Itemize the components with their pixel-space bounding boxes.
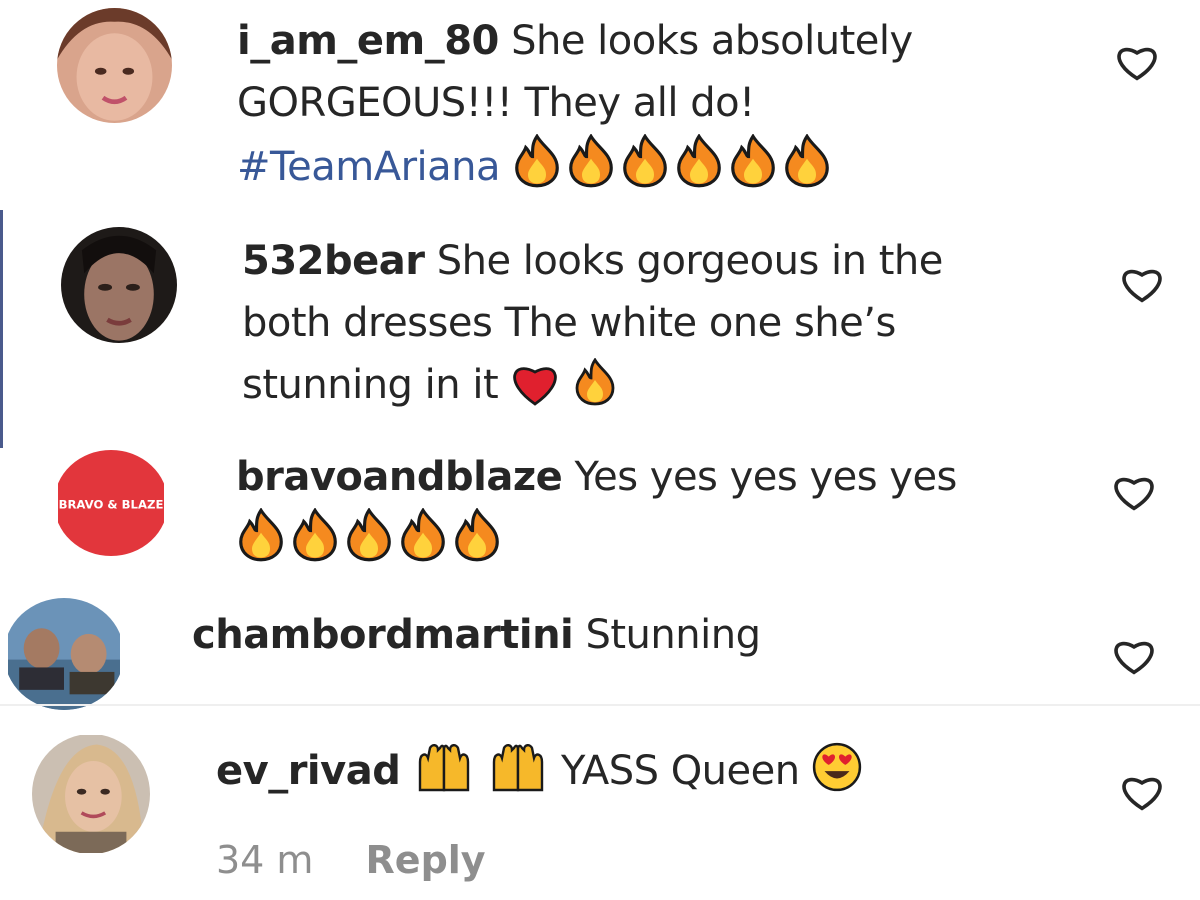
comment-item: i_am_em_80 She looks absolutely GORGEOUS… — [0, 0, 1200, 210]
fire-emoji — [290, 508, 340, 562]
comment-body: 532bear She looks gorgeous in the both d… — [242, 230, 1082, 416]
comments-list: i_am_em_80 She looks absolutely GORGEOUS… — [0, 0, 1200, 900]
like-button[interactable] — [1112, 472, 1156, 512]
comment-text: stunning in it — [242, 362, 499, 408]
comment-text: both dresses The white one she’s — [242, 300, 896, 346]
heart-outline-icon — [1114, 477, 1154, 511]
comment-body: ev_rivad YASS Queen — [216, 740, 1056, 802]
comment-item: 532bear She looks gorgeous in the both d… — [0, 210, 1200, 450]
emoji-row — [236, 508, 506, 564]
avatar[interactable] — [57, 8, 172, 123]
heart-outline-icon — [1117, 47, 1157, 81]
raising-hands-emoji — [487, 744, 549, 792]
like-button[interactable] — [1115, 42, 1159, 82]
heart-outline-icon — [1122, 777, 1162, 811]
comment-text: GORGEOUS!!! They all do! — [237, 80, 755, 126]
avatar-logo-text: BRAVO & BLAZE — [59, 497, 164, 511]
like-button[interactable] — [1112, 636, 1156, 676]
fire-emoji — [398, 508, 448, 562]
avatar[interactable]: BRAVO & BLAZE — [54, 450, 168, 556]
fire-emoji — [573, 358, 617, 406]
fire-emoji — [512, 134, 562, 188]
reply-button[interactable]: Reply — [366, 838, 486, 882]
like-button[interactable] — [1120, 772, 1164, 812]
heart-outline-icon — [1114, 641, 1154, 675]
comment-item: BRAVO & BLAZE bravoandblaze Yes yes yes … — [0, 450, 1200, 590]
emoji-row — [512, 134, 836, 190]
fire-emoji — [236, 508, 286, 562]
comment-text: YASS Queen — [561, 748, 800, 794]
divider — [0, 704, 1200, 706]
avatar[interactable] — [32, 734, 150, 854]
comment-username[interactable]: 532bear — [242, 238, 425, 284]
fire-emoji — [620, 134, 670, 188]
comment-meta: 34 m Reply — [216, 838, 486, 882]
avatar[interactable] — [4, 598, 124, 710]
raising-hands-emoji — [413, 744, 475, 792]
fire-emoji — [728, 134, 778, 188]
comment-text: She looks gorgeous in the — [436, 238, 944, 284]
fire-emoji — [452, 508, 502, 562]
avatar[interactable] — [61, 227, 177, 343]
hashtag-link[interactable]: #TeamAriana — [237, 144, 501, 190]
heart-outline-icon — [1122, 269, 1162, 303]
fire-emoji — [344, 508, 394, 562]
comment-body: chambordmartini Stunning — [192, 604, 1072, 666]
fire-emoji — [782, 134, 832, 188]
comment-username[interactable]: chambordmartini — [192, 612, 574, 658]
comment-text: Yes yes yes yes yes — [574, 454, 957, 500]
comment-body: bravoandblaze Yes yes yes yes yes — [236, 446, 1076, 572]
red-heart-emoji — [510, 362, 560, 406]
comment-username[interactable]: ev_rivad — [216, 748, 401, 794]
comment-username[interactable]: i_am_em_80 — [237, 18, 499, 64]
heart-eyes-emoji — [812, 742, 862, 792]
comment-timestamp: 34 m — [216, 838, 314, 882]
comment-text: She looks absolutely — [511, 18, 913, 64]
fire-emoji — [566, 134, 616, 188]
comment-item: chambordmartini Stunning — [0, 590, 1200, 710]
like-button[interactable] — [1120, 264, 1164, 304]
comment-text: Stunning — [585, 612, 761, 658]
comment-item: ev_rivad YASS Queen 34 m Reply — [0, 720, 1200, 900]
comment-username[interactable]: bravoandblaze — [236, 454, 563, 500]
fire-emoji — [674, 134, 724, 188]
comment-body: i_am_em_80 She looks absolutely GORGEOUS… — [237, 10, 1077, 198]
